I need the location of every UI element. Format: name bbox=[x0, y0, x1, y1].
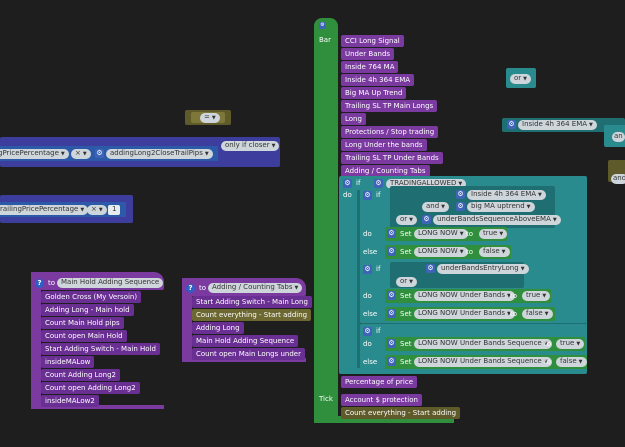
or-block[interactable]: or ▼ bbox=[506, 68, 536, 88]
long-now-var[interactable]: LONG NOW ▼ bbox=[414, 229, 468, 239]
help-icon[interactable]: ? bbox=[35, 279, 44, 288]
times-operator-dropdown[interactable]: × ▼ bbox=[71, 149, 91, 159]
call-item-1[interactable]: Count everything - Start adding bbox=[192, 309, 312, 321]
gear-icon[interactable]: ⚙ bbox=[363, 265, 372, 274]
gear-icon[interactable]: ⚙ bbox=[374, 179, 383, 188]
gear-icon[interactable]: ⚙ bbox=[363, 191, 372, 200]
gear-icon[interactable]: ⚙ bbox=[387, 291, 396, 300]
gear-icon[interactable]: ⚙ bbox=[387, 339, 396, 348]
gear-icon[interactable]: ⚙ bbox=[507, 120, 516, 129]
call-item-1[interactable]: Adding Long - Main hold bbox=[41, 304, 134, 316]
gear-icon[interactable]: ⚙ bbox=[319, 22, 326, 29]
call-inside-764-ma[interactable]: Inside 764 MA bbox=[341, 61, 399, 73]
gear-icon[interactable]: ⚙ bbox=[426, 264, 435, 273]
call-trailing-sl-tp-under[interactable]: Trailing SL TP Under Bands bbox=[341, 152, 443, 164]
inside-4h-var-2[interactable]: Inside 4h 364 EMA ▼ bbox=[518, 120, 597, 130]
and-fragment-dropdown-2[interactable]: and bbox=[611, 174, 625, 184]
func-main-hold[interactable]: ? to Main Hold Adding Sequence Golden Cr… bbox=[31, 272, 164, 409]
call-item-3[interactable]: Main Hold Adding Sequence bbox=[192, 335, 299, 347]
true-dropdown-3[interactable]: true ▼ bbox=[556, 339, 585, 349]
or-operator-dropdown-2[interactable]: or ▼ bbox=[396, 277, 418, 287]
gear-icon[interactable]: ⚙ bbox=[387, 229, 396, 238]
call-item-2[interactable]: Count Main Hold pips bbox=[41, 317, 124, 329]
or-operator-dropdown[interactable]: or ▼ bbox=[396, 215, 418, 225]
and-fragment-block[interactable]: an bbox=[604, 125, 625, 147]
trailing-price-block[interactable]: railingPricePercentage ▼ × ▼ 1 bbox=[0, 195, 133, 223]
and-fragment-dropdown[interactable]: an bbox=[612, 132, 625, 142]
gear-icon[interactable]: ⚙ bbox=[422, 215, 431, 224]
number-field[interactable]: 1 bbox=[108, 205, 121, 215]
call-cci-long-signal[interactable]: CCI Long Signal bbox=[341, 35, 404, 47]
call-long[interactable]: Long bbox=[341, 113, 366, 125]
bar-label: Bar bbox=[319, 36, 331, 44]
times-operator-dropdown-2[interactable]: × ▼ bbox=[87, 205, 107, 215]
gear-icon[interactable]: ⚙ bbox=[343, 179, 352, 188]
price-percentage-var[interactable]: gPricePercentage ▼ bbox=[0, 149, 69, 159]
long-now-var-2[interactable]: LONG NOW ▼ bbox=[414, 247, 468, 257]
call-protections[interactable]: Protections / Stop trading bbox=[341, 126, 439, 138]
equals-operator-dropdown[interactable]: = ▼ bbox=[200, 113, 220, 123]
gear-icon[interactable]: ⚙ bbox=[456, 190, 465, 199]
call-inside-4h-364-ema[interactable]: Inside 4h 364 EMA bbox=[341, 74, 415, 86]
true-dropdown[interactable]: true ▼ bbox=[479, 229, 508, 239]
func-name-field[interactable]: Adding / Counting Tabs ▼ bbox=[208, 283, 303, 293]
call-count-everything[interactable]: Count everything - Start adding bbox=[341, 407, 461, 419]
call-big-ma-up-trend[interactable]: Big MA Up Trend bbox=[341, 87, 407, 99]
adding-long-trail-var[interactable]: addingLong2CloseTrailPips ▼ bbox=[106, 149, 213, 159]
gear-icon[interactable]: ⚙ bbox=[387, 309, 396, 318]
trail-price-block[interactable]: gPricePercentage ▼ × ▼ ⚙ addingLong2CloseT… bbox=[0, 137, 280, 167]
call-item-4[interactable]: Start Adding Switch - Main Hold bbox=[41, 343, 160, 355]
call-item-0[interactable]: Golden Cross (My Versoin) bbox=[41, 291, 142, 303]
call-percentage-of-price[interactable]: Percentage of price bbox=[341, 376, 417, 388]
call-item-2[interactable]: Adding Long bbox=[192, 322, 244, 334]
false-dropdown-2[interactable]: false ▼ bbox=[522, 309, 553, 319]
gear-icon[interactable]: ⚙ bbox=[387, 357, 396, 366]
inside-4h-var[interactable]: Inside 4h 364 EMA ▼ bbox=[467, 190, 546, 200]
long-now-under-var-2[interactable]: LONG NOW Under Bands ▼ bbox=[414, 309, 515, 319]
call-item-6[interactable]: Count Adding Long2 bbox=[41, 369, 121, 381]
call-item-7[interactable]: Count open Adding Long2 bbox=[41, 382, 140, 394]
gear-icon[interactable]: ⚙ bbox=[363, 327, 372, 336]
trailing-price-var[interactable]: railingPricePercentage ▼ bbox=[0, 205, 89, 215]
call-trailing-sl-tp-main[interactable]: Trailing SL TP Main Longs bbox=[341, 100, 438, 112]
call-long-under-bands[interactable]: Long Under the bands bbox=[341, 139, 427, 151]
gear-icon[interactable]: ⚙ bbox=[456, 202, 465, 211]
call-item-8[interactable]: insideMALow2 bbox=[41, 395, 99, 407]
gear-icon[interactable]: ⚙ bbox=[95, 149, 104, 158]
call-item-5[interactable]: insideMALow bbox=[41, 356, 95, 368]
help-icon[interactable]: ? bbox=[186, 284, 195, 293]
call-under-bands[interactable]: Under Bands bbox=[341, 48, 395, 60]
and-operator-dropdown[interactable]: and ▼ bbox=[422, 202, 450, 212]
call-item-0[interactable]: Start Adding Switch - Main Long bbox=[192, 296, 312, 308]
and-fragment-block-2[interactable]: and bbox=[608, 160, 625, 184]
equals-compare-block[interactable]: = ▼ bbox=[185, 110, 231, 125]
under-bands-entry-var[interactable]: underBandsEntryLong ▼ bbox=[437, 264, 529, 274]
false-dropdown-3[interactable]: false ▼ bbox=[556, 357, 587, 367]
func-adding-counting[interactable]: ? to Adding / Counting Tabs ▼ Start Addin… bbox=[182, 278, 312, 362]
long-now-under-seq-var-2[interactable]: LONG NOW Under Bands Sequence ▼ bbox=[414, 357, 552, 367]
only-if-closer-dropdown[interactable]: only if closer ▼ bbox=[221, 141, 280, 151]
call-item-4[interactable]: Count open Main Longs under bbox=[192, 348, 305, 360]
call-account-protection[interactable]: Account $ protection bbox=[341, 394, 422, 406]
bar-tick-block[interactable]: ⚙ Bar Tick CCI Long Signal Under Bands I… bbox=[314, 18, 624, 423]
long-now-under-seq-var[interactable]: LONG NOW Under Bands Sequence ▼ bbox=[414, 339, 552, 349]
tick-label: Tick bbox=[319, 395, 333, 403]
big-ma-var[interactable]: big MA uptrend ▼ bbox=[467, 202, 535, 212]
long-now-under-var[interactable]: LONG NOW Under Bands ▼ bbox=[414, 291, 515, 301]
gear-icon[interactable]: ⚙ bbox=[387, 247, 396, 256]
func-name-field[interactable]: Main Hold Adding Sequence bbox=[57, 278, 164, 288]
call-item-3[interactable]: Count open Main Hold bbox=[41, 330, 127, 342]
under-bands-seq-var[interactable]: underBandsSequenceAboveEMA ▼ bbox=[433, 215, 561, 225]
false-dropdown[interactable]: false ▼ bbox=[479, 247, 510, 257]
or-operator-dropdown-3[interactable]: or ▼ bbox=[510, 74, 532, 84]
true-dropdown-2[interactable]: true ▼ bbox=[522, 291, 551, 301]
